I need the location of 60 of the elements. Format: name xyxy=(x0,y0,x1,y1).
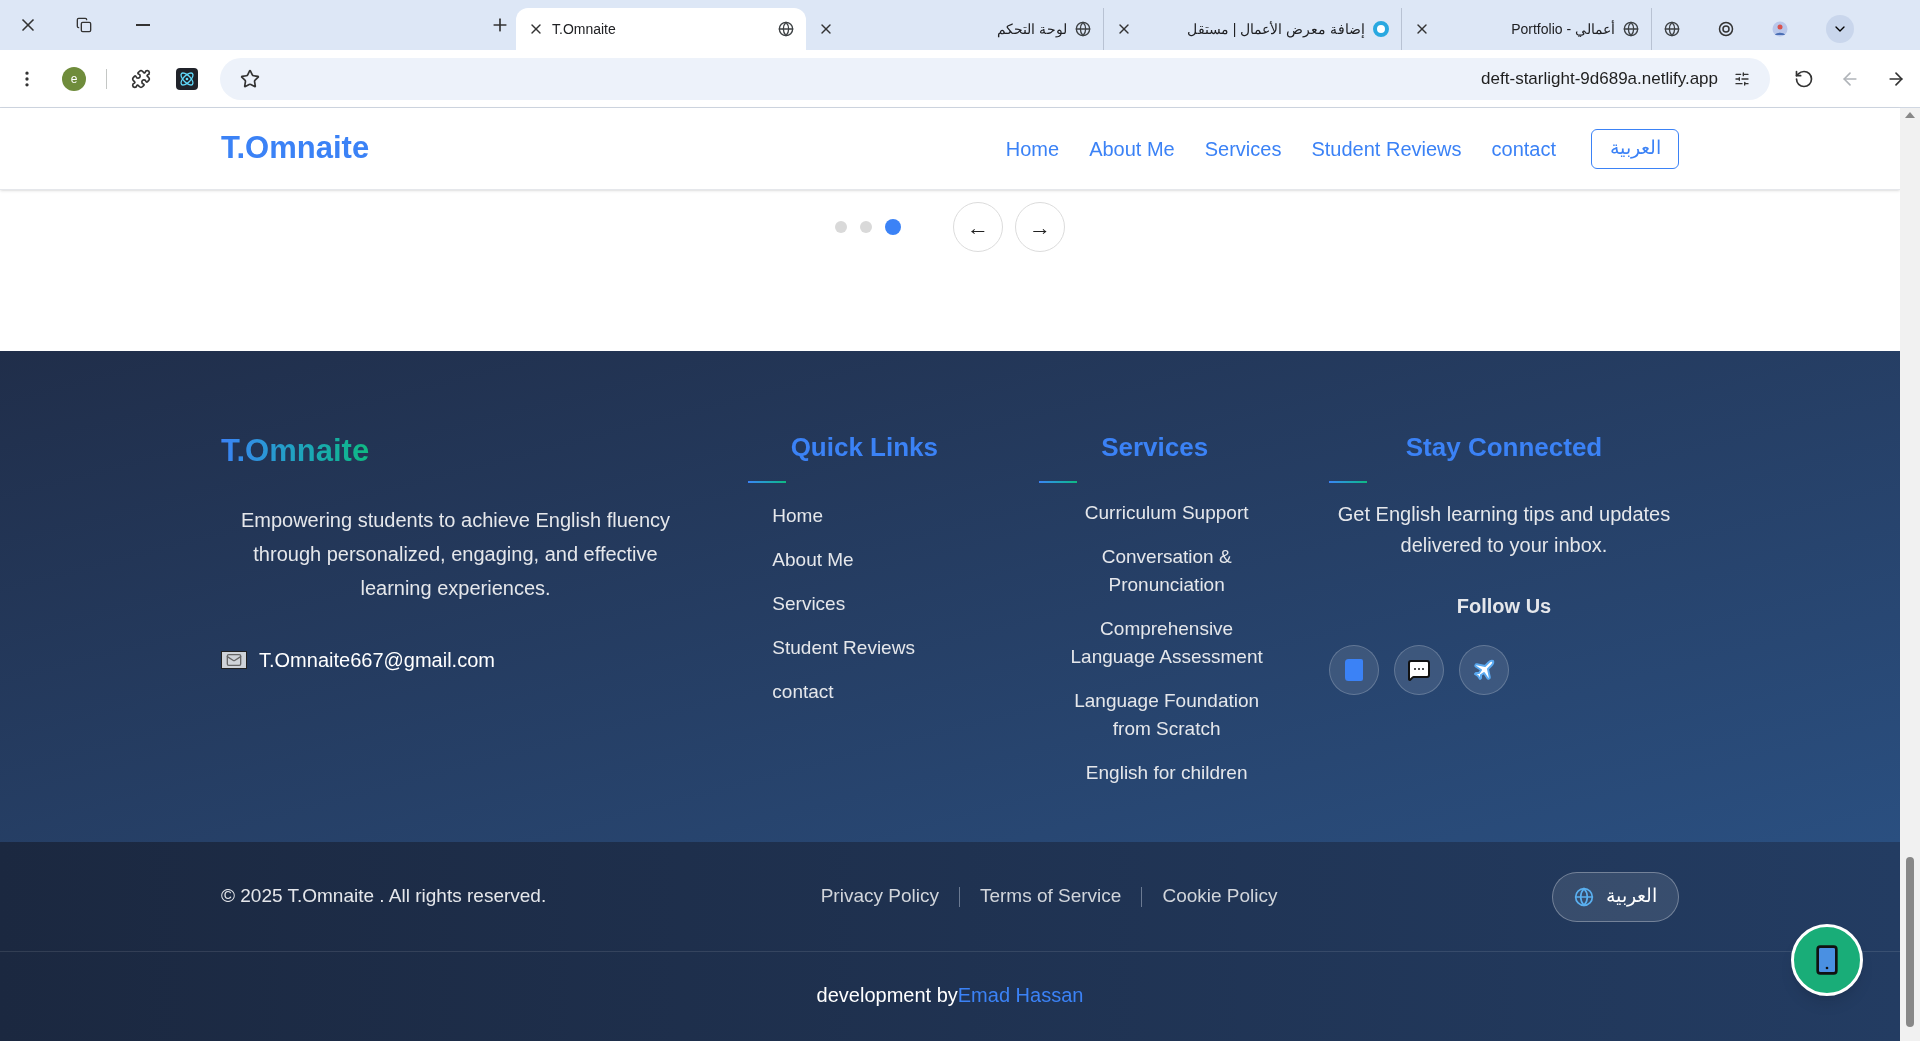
tab-list-button[interactable] xyxy=(1826,15,1854,43)
footer-link[interactable]: Home xyxy=(772,503,981,528)
browser-tab[interactable]: T.Omnaite xyxy=(516,8,806,50)
restore-icon xyxy=(76,17,92,33)
extensions-icon[interactable] xyxy=(131,68,151,89)
globe-icon[interactable] xyxy=(1664,21,1680,37)
globe-icon xyxy=(1075,21,1091,37)
tab-title: إضافة معرض الأعمال | مستقل xyxy=(1185,19,1365,40)
policy-link[interactable]: Cookie Policy xyxy=(1162,882,1278,911)
avatar-icon[interactable] xyxy=(1772,21,1788,37)
react-extension-icon[interactable] xyxy=(176,67,198,90)
url-text: deft-starlight-9d689a.netlify.app xyxy=(1481,67,1718,90)
footer-link[interactable]: Services xyxy=(772,591,981,616)
copyright-text: © 2025 T.Omnaite . All rights reserved. xyxy=(221,884,547,909)
service-link[interactable]: English for children xyxy=(1062,759,1271,787)
newsletter-text: Get English learning tips and updates delivered to your inbox. xyxy=(1336,502,1672,558)
nav-link[interactable]: Student Reviews xyxy=(1311,133,1462,164)
service-link[interactable]: Language Foundation from Scratch xyxy=(1062,687,1271,743)
envelope-icon xyxy=(221,651,247,669)
address-bar[interactable]: deft-starlight-9d689a.netlify.app xyxy=(220,57,1770,100)
reload-icon[interactable] xyxy=(1794,68,1814,89)
service-link[interactable]: Curriculum Support xyxy=(1062,499,1271,527)
nav-link[interactable]: Home xyxy=(1005,133,1060,164)
footer-link[interactable]: contact xyxy=(772,679,981,704)
tab-title: أعمالي - Portfolio xyxy=(1510,19,1615,39)
author-link[interactable]: Emad Hassan xyxy=(957,979,1084,1010)
service-link[interactable]: Conversation & Pronunciation xyxy=(1062,543,1271,599)
plane-icon[interactable] xyxy=(1459,645,1509,695)
nav-link[interactable]: contact xyxy=(1491,133,1556,164)
column-heading: Stay Connected xyxy=(1404,431,1604,463)
nav-link[interactable]: Services xyxy=(1204,133,1282,164)
email-address[interactable]: T.Omnaite667@gmail.com xyxy=(259,645,495,675)
site-logo[interactable]: T.Omnaite xyxy=(221,125,370,172)
column-heading: Services xyxy=(1100,431,1210,463)
language-button[interactable]: العربية xyxy=(1552,871,1679,922)
column-heading: Quick Links xyxy=(789,431,939,463)
site-settings-icon[interactable] xyxy=(1734,70,1750,87)
language-button[interactable]: العربية xyxy=(1591,128,1679,169)
tab-title: T.Omnaite xyxy=(552,19,617,39)
globe-icon xyxy=(1574,886,1594,907)
carousel-arrow-button[interactable]: ← xyxy=(953,202,1003,252)
footer-description: Empowering students to achieve English fluency through personalized, engaging, and effective learning experiences. xyxy=(239,508,672,601)
profile-avatar[interactable]: e xyxy=(62,66,86,91)
globe-icon xyxy=(778,21,794,37)
minimize-icon xyxy=(136,24,150,26)
footer-link[interactable]: Student Reviews xyxy=(772,635,981,660)
policy-link[interactable]: Terms of Service xyxy=(979,882,1122,911)
footer-link[interactable]: About Me xyxy=(772,547,981,572)
follow-heading: Follow Us xyxy=(1455,594,1553,619)
chat-icon[interactable] xyxy=(1394,645,1444,695)
policy-link[interactable]: Privacy Policy xyxy=(820,882,939,911)
nav-link[interactable]: About Me xyxy=(1089,133,1175,164)
bookmark-star-icon[interactable] xyxy=(240,68,260,89)
service-link[interactable]: Comprehensive Language Assessment xyxy=(1062,615,1271,671)
credit-text: development by xyxy=(816,982,958,1008)
ring-icon xyxy=(1373,21,1389,37)
scrollbar[interactable] xyxy=(1900,108,1920,1041)
carousel-arrow-button[interactable]: → xyxy=(1015,202,1065,252)
tab-title: لوحة التحكم xyxy=(996,19,1067,40)
globe-icon xyxy=(1623,21,1639,37)
